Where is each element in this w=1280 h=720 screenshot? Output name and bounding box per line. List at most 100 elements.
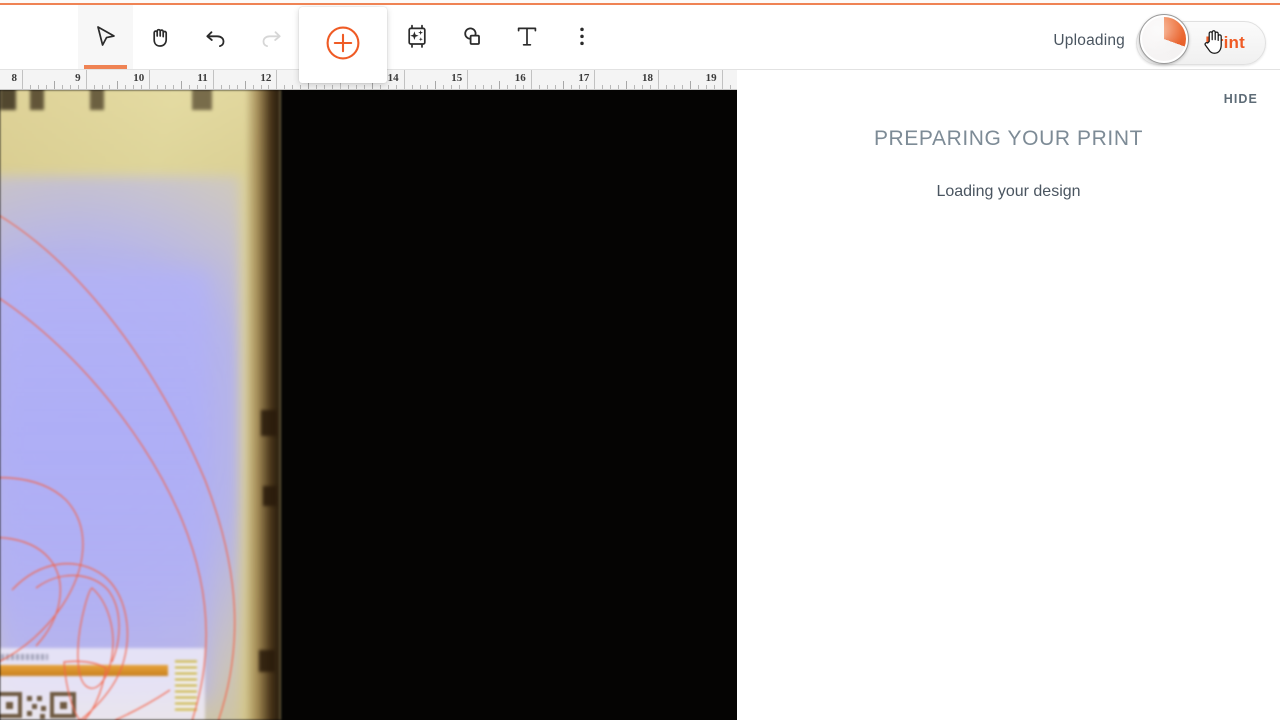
- panel-subtitle: Loading your design: [936, 183, 1081, 200]
- ruler-minor-tick: [506, 85, 508, 89]
- plus-circle-icon: [323, 23, 363, 68]
- ruler-minor-tick: [697, 85, 699, 89]
- upload-spinner: [1139, 14, 1189, 64]
- hand-icon: [149, 24, 173, 50]
- undo-button[interactable]: [188, 5, 243, 69]
- ai-image-tool[interactable]: [389, 5, 444, 69]
- print-button-label: Print: [1205, 33, 1245, 52]
- ruler-label: 11: [197, 72, 208, 84]
- more-menu[interactable]: [554, 5, 609, 69]
- ruler-minor-tick: [268, 85, 270, 89]
- ruler-minor-tick: [196, 85, 198, 89]
- upload-spinner-pie: [1142, 17, 1186, 61]
- ruler-minor-tick: [522, 85, 524, 89]
- ruler-minor-tick: [570, 85, 572, 89]
- ruler-minor-tick: [220, 85, 222, 89]
- ruler-minor-tick: [578, 85, 580, 89]
- ruler-minor-tick: [355, 85, 357, 89]
- ruler-half-tick: [244, 81, 246, 89]
- ruler-minor-tick: [634, 85, 636, 89]
- main-toolbar: Uploading Print: [0, 5, 1280, 83]
- ruler-label: 18: [642, 72, 653, 84]
- ruler-half-tick: [117, 81, 119, 89]
- redo-button[interactable]: [243, 5, 298, 69]
- ruler-minor-tick: [673, 85, 675, 89]
- ruler-minor-tick: [93, 85, 95, 89]
- ruler-minor-tick: [729, 85, 731, 89]
- ruler-minor-tick: [514, 85, 516, 89]
- ruler-minor-tick: [173, 85, 175, 89]
- sparkle-image-icon: [404, 24, 430, 50]
- pan-tool[interactable]: [133, 5, 188, 69]
- ruler-major-tick: [658, 70, 659, 89]
- ruler-half-tick: [689, 81, 691, 89]
- ruler-minor-tick: [610, 85, 612, 89]
- shapes-tool[interactable]: [444, 5, 499, 69]
- ruler-label: 10: [133, 72, 145, 84]
- hide-button[interactable]: HIDE: [1224, 92, 1258, 106]
- ruler-minor-tick: [29, 85, 31, 89]
- undo-arrow-icon: [203, 24, 229, 50]
- cursor-arrow-icon: [94, 24, 118, 50]
- ruler-minor-tick: [387, 85, 389, 89]
- ruler-minor-tick: [125, 85, 127, 89]
- ruler-major-tick: [276, 70, 278, 89]
- ruler-minor-tick: [602, 85, 604, 89]
- ruler-minor-tick: [236, 85, 238, 89]
- ruler-minor-tick: [292, 85, 294, 89]
- ruler-minor-tick: [204, 85, 206, 89]
- ruler-major-tick: [530, 70, 532, 89]
- app-root: Uploading Print 8910111213141516171819: [0, 0, 1280, 720]
- ruler-minor-tick: [77, 85, 79, 89]
- ruler-minor-tick: [284, 85, 286, 89]
- ruler-label: 9: [75, 72, 81, 84]
- tool-group-right: [389, 5, 609, 69]
- ruler-minor-tick: [483, 85, 485, 89]
- ruler-major-tick: [467, 70, 469, 89]
- canvas-artwork-image[interactable]: [0, 90, 281, 720]
- ruler-half-tick: [435, 81, 437, 89]
- ruler-minor-tick: [37, 85, 39, 89]
- ruler-minor-tick: [443, 85, 445, 89]
- ruler-minor-tick: [228, 85, 230, 89]
- ruler-major-tick: [212, 70, 214, 89]
- text-t-icon: [514, 24, 540, 50]
- ruler-minor-tick: [491, 85, 493, 89]
- ruler-minor-tick: [459, 85, 461, 89]
- upload-progress-bar: [0, 3, 1280, 5]
- design-canvas[interactable]: [0, 90, 737, 720]
- ruler-label: 16: [514, 72, 526, 84]
- ruler-minor-tick: [475, 85, 477, 89]
- ruler-minor-tick: [586, 85, 588, 89]
- ruler-minor-tick: [546, 85, 548, 89]
- ruler-minor-tick: [332, 85, 334, 89]
- add-button[interactable]: [299, 7, 387, 83]
- ruler-label: 15: [451, 72, 463, 84]
- ruler-minor-tick: [451, 85, 453, 89]
- ruler-minor-tick: [681, 85, 683, 89]
- text-tool[interactable]: [499, 5, 554, 69]
- ruler-major-tick: [594, 70, 596, 89]
- tool-group-left: [78, 5, 298, 69]
- ruler-minor-tick: [165, 85, 167, 89]
- ruler-minor-tick: [554, 85, 556, 89]
- ruler-minor-tick: [665, 85, 667, 89]
- ruler-minor-tick: [419, 85, 421, 89]
- print-preview-panel: HIDE PREPARING YOUR PRINT Loading your d…: [737, 70, 1280, 720]
- ruler-minor-tick: [650, 85, 652, 89]
- ruler-minor-tick: [538, 85, 540, 89]
- panel-title: PREPARING YOUR PRINT: [873, 127, 1144, 150]
- ruler-label: 17: [578, 72, 590, 84]
- ruler-minor-tick: [395, 85, 397, 89]
- ruler-minor-tick: [316, 85, 318, 89]
- ruler-minor-tick: [252, 85, 254, 89]
- select-tool[interactable]: [78, 5, 133, 69]
- ruler-minor-tick: [411, 85, 413, 89]
- shapes-icon: [459, 24, 485, 50]
- ruler-minor-tick: [141, 85, 143, 89]
- ruler-major-tick: [149, 70, 151, 89]
- ruler-major-tick: [85, 70, 87, 89]
- ruler-label: 12: [260, 72, 272, 84]
- ruler-label: 14: [387, 72, 399, 84]
- upload-status-label: Uploading: [1053, 32, 1125, 49]
